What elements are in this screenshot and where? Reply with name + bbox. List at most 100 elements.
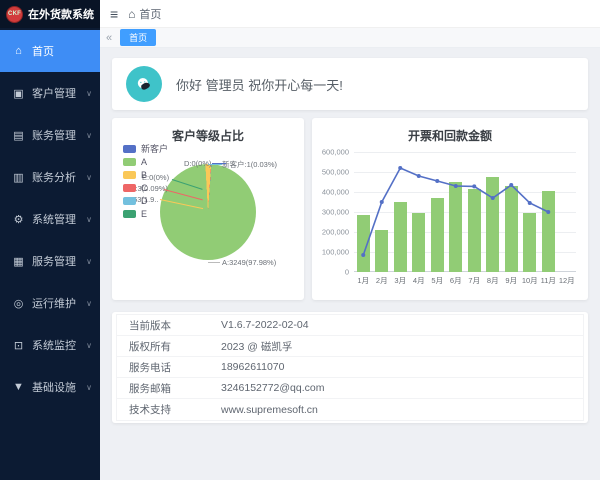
hamburger-icon[interactable]: ≡ [110, 7, 118, 21]
line-data-point[interactable] [509, 183, 513, 187]
app-title: 在外货款系统 [28, 6, 94, 22]
app-logo: CKF [6, 6, 23, 23]
info-row-3: 服务邮箱3246152772@qq.com [117, 378, 583, 399]
x-axis-tick-label: 4月 [413, 275, 425, 286]
pie-leader-line [212, 163, 226, 164]
pie-callout-label: A:3249(97.98%) [222, 258, 276, 267]
sidebar-item-3[interactable]: ▥账务分析∨ [0, 156, 100, 198]
tabs-collapse-icon[interactable]: « [106, 32, 112, 44]
sidebar-item-label: 账务管理 [32, 127, 79, 143]
legend-item-C[interactable]: C [123, 181, 168, 194]
line-series [354, 152, 576, 272]
breadcrumb: ⌂ 首页 [128, 6, 161, 22]
line-data-point[interactable] [454, 184, 458, 188]
bar-chart: 0100,000200,000300,000400,000500,000600,… [312, 118, 588, 300]
x-axis-tick-label: 2月 [376, 275, 388, 286]
analysis-icon: ▥ [12, 171, 25, 184]
chevron-down-icon: ∨ [86, 257, 92, 266]
legend-item-新客户[interactable]: 新客户 [123, 142, 168, 155]
sidebar-item-6[interactable]: ◎运行维护∨ [0, 282, 100, 324]
x-axis-tick-label: 1月 [357, 275, 369, 286]
info-row-value: V1.6.7-2022-02-04 [221, 319, 309, 331]
line-data-point[interactable] [472, 184, 476, 188]
x-axis-tick-label: 8月 [487, 275, 499, 286]
breadcrumb-home-label[interactable]: 首页 [139, 6, 161, 22]
y-axis-tick-label: 300,000 [322, 208, 349, 217]
legend-swatch [123, 210, 136, 218]
y-axis-tick-label: 100,000 [322, 248, 349, 257]
info-row-label: 当前版本 [129, 318, 221, 333]
accounting-icon: ▤ [12, 129, 25, 142]
y-axis-tick-label: 600,000 [322, 148, 349, 157]
sidebar-item-0[interactable]: ⌂ 首页 [0, 30, 100, 72]
pie-chart-card: 客户等级占比 D:0(0%)新客户:1(0.03%)E:0(0%)C:3(0.0… [112, 118, 304, 300]
sidebar-item-5[interactable]: ▦服务管理∨ [0, 240, 100, 282]
app-window: CKF 在外货款系统 ⌂首页▣客户管理∨▤账务管理∨▥账务分析∨⚙系统管理∨▦服… [0, 0, 600, 480]
pie-graphic[interactable] [160, 164, 256, 260]
info-row-value: www.supremesoft.cn [221, 404, 318, 416]
info-row-4: 技术支持www.supremesoft.cn [117, 399, 583, 420]
chevron-down-icon: ∨ [86, 215, 92, 224]
line-data-point[interactable] [417, 174, 421, 178]
legend-swatch [123, 145, 136, 153]
info-row-label: 服务邮箱 [129, 381, 221, 396]
home-icon: ⌂ [12, 45, 25, 57]
sidebar-item-label: 客户管理 [32, 85, 79, 101]
sidebar-item-label: 系统监控 [32, 337, 79, 353]
info-row-value: 3246152772@qq.com [221, 382, 325, 394]
line-data-point[interactable] [380, 200, 384, 204]
sidebar-item-7[interactable]: ⊡系统监控∨ [0, 324, 100, 366]
chevron-down-icon: ∨ [86, 173, 92, 182]
legend-swatch [123, 184, 136, 192]
pie-leader-line [208, 262, 220, 263]
x-axis-tick-label: 6月 [450, 275, 462, 286]
line-data-point[interactable] [435, 179, 439, 183]
service-icon: ▦ [12, 255, 25, 268]
x-axis-tick-label: 3月 [394, 275, 406, 286]
greeting-text: 你好 管理员 祝你开心每一天! [176, 75, 343, 94]
info-table: 当前版本V1.6.7-2022-02-04版权所有2023 @ 磁凯孚服务电话1… [116, 314, 584, 421]
line-data-point[interactable] [361, 253, 365, 257]
sidebar-item-label: 基础设施 [32, 379, 79, 395]
bar-chart-plot[interactable]: 0100,000200,000300,000400,000500,000600,… [354, 152, 576, 272]
legend-label: B [141, 170, 147, 180]
gear-icon: ⚙ [12, 213, 25, 226]
tab-home[interactable]: 首页 [120, 29, 156, 46]
legend-swatch [123, 158, 136, 166]
legend-label: E [141, 209, 147, 219]
line-data-point[interactable] [491, 196, 495, 200]
x-axis-tick-label: 9月 [505, 275, 517, 286]
info-row-value: 18962611070 [221, 361, 284, 373]
chevron-down-icon: ∨ [86, 89, 92, 98]
maintenance-icon: ◎ [12, 297, 25, 310]
logo-bar: CKF 在外货款系统 [0, 0, 100, 28]
tabbar: « 首页 [100, 28, 600, 48]
y-axis-tick-label: 200,000 [322, 228, 349, 237]
sidebar-item-label: 首页 [32, 43, 92, 59]
legend-item-E[interactable]: E [123, 207, 168, 220]
legend-label: D [141, 196, 148, 206]
legend-swatch [123, 197, 136, 205]
sidebar-item-label: 系统管理 [32, 211, 79, 227]
line-data-point[interactable] [546, 210, 550, 214]
sidebar-menu: ⌂首页▣客户管理∨▤账务管理∨▥账务分析∨⚙系统管理∨▦服务管理∨◎运行维护∨⊡… [0, 28, 100, 408]
legend-item-D[interactable]: D [123, 194, 168, 207]
sidebar-item-8[interactable]: ▼基础设施∨ [0, 366, 100, 408]
sidebar-item-4[interactable]: ⚙ 系统管理 ∨ [0, 198, 100, 240]
legend-label: A [141, 157, 147, 167]
topbar: ≡ ⌂ 首页 [100, 0, 600, 28]
x-axis-tick-label: 7月 [468, 275, 480, 286]
sidebar-item-1[interactable]: ▣客户管理∨ [0, 72, 100, 114]
info-row-label: 版权所有 [129, 339, 221, 354]
chevron-down-icon: ∨ [86, 299, 92, 308]
legend-item-B[interactable]: B [123, 168, 168, 181]
legend-item-A[interactable]: A [123, 155, 168, 168]
line-data-point[interactable] [528, 201, 532, 205]
pie-callout-label: 新客户:1(0.03%) [222, 159, 277, 170]
avatar: ☻ [126, 66, 162, 102]
x-axis-tick-label: 11月 [541, 275, 556, 286]
sidebar-item-2[interactable]: ▤账务管理∨ [0, 114, 100, 156]
x-axis-tick-label: 12月 [559, 275, 575, 286]
info-row-value: 2023 @ 磁凯孚 [221, 339, 292, 354]
line-data-point[interactable] [398, 166, 402, 170]
